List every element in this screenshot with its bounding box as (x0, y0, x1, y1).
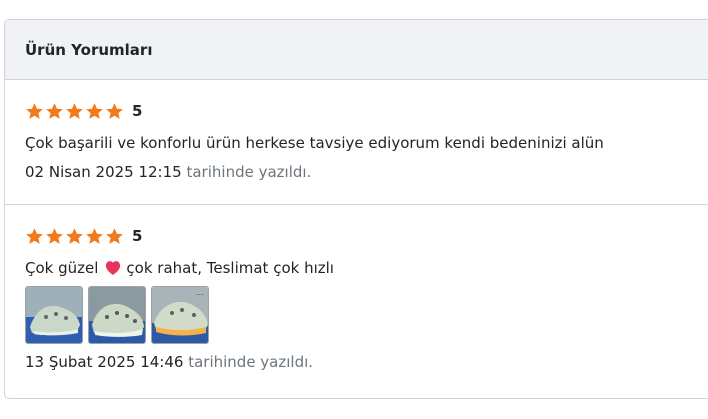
star-icon (86, 227, 103, 244)
review-comment-part2: çok rahat, Teslimat çok hızlı (126, 259, 334, 277)
star-icon (86, 102, 103, 119)
review-date-line: 02 Nisan 2025 12:15 tarihinde yazıldı. (25, 162, 708, 182)
reviews-header: Ürün Yorumları (5, 20, 708, 80)
review-comment-part1: Çok güzel (25, 259, 99, 277)
star-icon (26, 102, 43, 119)
star-icon (46, 102, 63, 119)
star-icon (26, 227, 43, 244)
review-photo-thumbnail[interactable] (88, 286, 146, 344)
review-comment: Çok güzel çok rahat, Teslimat çok hızlı (25, 258, 708, 278)
review-item: 5 Çok başarili ve konforlu ürün herkese … (5, 81, 708, 205)
review-item: 5 Çok güzel çok rahat, Teslimat çok hızlı (5, 206, 708, 398)
review-date-suffix: tarihinde yazıldı. (188, 353, 314, 371)
rating-row: 5 (25, 226, 708, 246)
star-icon (66, 102, 83, 119)
rating-value: 5 (132, 227, 143, 245)
heart-emoji-icon (106, 261, 121, 275)
star-rating (25, 227, 124, 246)
rating-value: 5 (132, 102, 143, 120)
shoe-photo-2 (89, 287, 145, 343)
star-icon (66, 227, 83, 244)
star-icon (46, 227, 63, 244)
review-date-suffix: tarihinde yazıldı. (186, 163, 312, 181)
review-photo-thumbnail[interactable] (25, 286, 83, 344)
rating-row: 5 (25, 101, 708, 121)
reviews-panel: Ürün Yorumları 5 Çok başarili ve konforl… (4, 19, 708, 399)
svg-text:...: ... (196, 288, 204, 297)
star-icon (106, 102, 123, 119)
review-comment: Çok başarili ve konforlu ürün herkese ta… (25, 134, 604, 152)
star-icon (106, 227, 123, 244)
review-date: 13 Şubat 2025 14:46 (25, 353, 184, 371)
shoe-photo-1 (26, 287, 82, 343)
review-photo-thumbnail[interactable]: ... (151, 286, 209, 344)
review-date: 02 Nisan 2025 12:15 (25, 163, 182, 181)
review-date-line: 13 Şubat 2025 14:46 tarihinde yazıldı. (25, 352, 708, 372)
reviews-title: Ürün Yorumları (25, 40, 153, 59)
star-rating (25, 102, 124, 121)
shoe-photo-3: ... (152, 287, 208, 343)
review-photos: ... (25, 286, 708, 344)
